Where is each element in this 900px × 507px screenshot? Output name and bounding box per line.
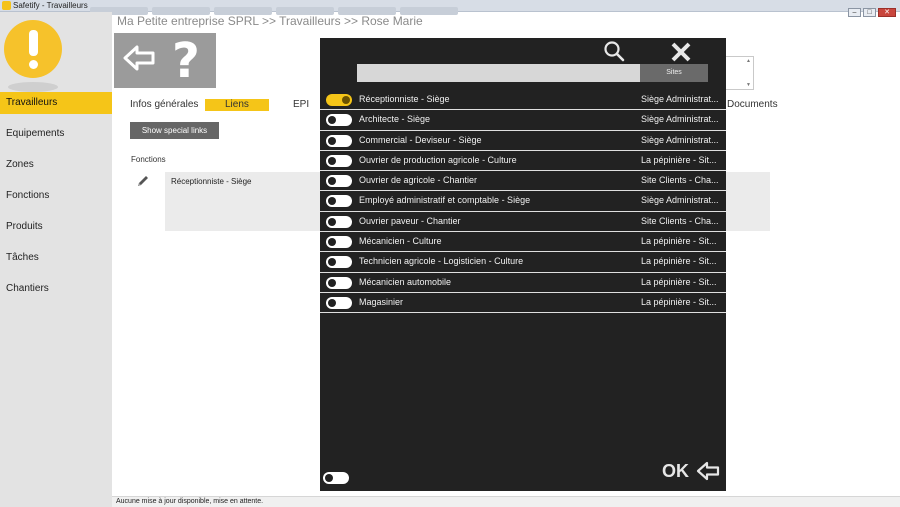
toggle-switch[interactable] xyxy=(326,276,352,289)
toggle-switch[interactable] xyxy=(326,296,352,309)
fonction-site: Site Clients - Cha... xyxy=(641,215,719,226)
list-item[interactable]: Magasinier La pépinière - Sit... xyxy=(320,293,726,314)
sidebar-item-zones[interactable]: Zones xyxy=(0,154,112,176)
status-bar: Aucune mise à jour disponible, mise en a… xyxy=(112,496,900,507)
help-icon[interactable]: ? xyxy=(172,35,200,87)
ok-button[interactable]: OK xyxy=(662,461,689,482)
sites-button[interactable]: Sites xyxy=(640,64,708,82)
back-arrow-icon[interactable] xyxy=(122,43,156,73)
breadcrumb: Ma Petite entreprise SPRL >> Travailleur… xyxy=(117,14,423,28)
toggle-switch[interactable] xyxy=(326,94,352,106)
close-window-button[interactable]: ✕ xyxy=(878,8,896,17)
fonction-site: Siège Administrat... xyxy=(641,134,719,145)
sidebar-item-chantiers[interactable]: Chantiers xyxy=(0,278,112,300)
fonction-name: Ouvrier de production agricole - Culture xyxy=(359,154,517,165)
sidebar-item-taches[interactable]: Tâches xyxy=(0,247,112,269)
ok-arrow-icon[interactable] xyxy=(696,461,720,481)
toggle-switch[interactable] xyxy=(326,114,352,127)
sidebar: Travailleurs Equipements Zones Fonctions Pro… xyxy=(0,12,112,507)
fonction-name: Mécanicien automobile xyxy=(359,276,452,287)
fonction-name: Technicien agricole - Logisticien - Cult… xyxy=(359,256,524,267)
toggle-switch[interactable] xyxy=(326,195,352,208)
toggle-switch[interactable] xyxy=(326,215,352,228)
fonction-site: Siège Administrat... xyxy=(641,94,719,104)
list-item[interactable]: Ouvrier paveur - Chantier Site Clients - … xyxy=(320,212,726,233)
fonction-name: Ouvrier de agricole - Chantier xyxy=(359,175,478,186)
toggle-switch[interactable] xyxy=(326,154,352,167)
select-all-toggle[interactable] xyxy=(323,472,349,484)
fonction-site: Siège Administrat... xyxy=(641,195,719,206)
window-controls: – □ ✕ xyxy=(846,1,896,17)
list-item[interactable]: Mécanicien automobile La pépinière - Sit.… xyxy=(320,273,726,293)
pencil-icon[interactable] xyxy=(136,174,150,188)
list-item[interactable]: Mécanicien - Culture La pépinière - Sit..… xyxy=(320,232,726,253)
toggle-switch[interactable] xyxy=(326,134,352,147)
fonction-name: Réceptionniste - Siège xyxy=(359,94,450,104)
sidebar-item-travailleurs[interactable]: Travailleurs xyxy=(0,92,112,114)
sidebar-item-produits[interactable]: Produits xyxy=(0,216,112,238)
fonction-picker-modal: Sites Réceptionniste - Siège Siège Admini… xyxy=(320,38,726,491)
window-title: Safetify - Travailleurs xyxy=(13,1,88,10)
fonction-site: Siège Administrat... xyxy=(641,114,719,125)
toggle-switch[interactable] xyxy=(326,175,352,188)
fonction-site: La pépinière - Sit... xyxy=(641,154,717,165)
fonction-site: Site Clients - Cha... xyxy=(641,175,719,186)
list-item[interactable]: Architecte - Siège Siège Administrat... xyxy=(320,110,726,131)
toggle-switch[interactable] xyxy=(326,256,352,269)
tab-infos-generales[interactable]: Infos générales xyxy=(130,99,198,111)
tab-liens[interactable]: Liens xyxy=(205,99,269,111)
sidebar-item-equipements[interactable]: Equipements xyxy=(0,123,112,145)
list-item[interactable]: Commercial - Deviseur - Siège Siège Admin… xyxy=(320,131,726,151)
fonction-name: Architecte - Siège xyxy=(359,114,431,125)
nav-buttons: ? xyxy=(114,33,216,88)
fonction-site: La pépinière - Sit... xyxy=(641,296,717,307)
window-titlebar: Safetify - Travailleurs – □ ✕ xyxy=(0,0,900,17)
tab-documents[interactable]: Documents xyxy=(727,99,778,111)
fonction-site: La pépinière - Sit... xyxy=(641,256,717,267)
browser-tabs xyxy=(90,2,510,15)
sidebar-nav: Travailleurs Equipements Zones Fonctions Pro… xyxy=(0,92,112,309)
app-icon xyxy=(2,1,11,10)
list-item[interactable]: Réceptionniste - Siège Siège Administrat.… xyxy=(320,90,726,111)
fonction-site: La pépinière - Sit... xyxy=(641,236,717,247)
scroll-field[interactable]: ▲ ▼ xyxy=(724,56,754,90)
tab-epi[interactable]: EPI xyxy=(293,99,309,111)
fonction-name: Mécanicien - Culture xyxy=(359,236,442,247)
fonction-item: Réceptionniste - Siège xyxy=(171,177,252,186)
fonction-name: Ouvrier paveur - Chantier xyxy=(359,215,461,226)
fonction-name: Employé administratif et comptable - Siè… xyxy=(359,195,531,206)
search-input[interactable] xyxy=(357,64,640,82)
scroll-down-icon[interactable]: ▼ xyxy=(746,82,751,88)
fonction-name: Magasinier xyxy=(359,296,404,307)
fonction-site: La pépinière - Sit... xyxy=(641,276,717,287)
minimize-button[interactable]: – xyxy=(848,8,861,17)
list-item[interactable]: Ouvrier de agricole - Chantier Site Clien… xyxy=(320,171,726,192)
safetify-logo xyxy=(4,20,62,94)
list-item[interactable]: Employé administratif et comptable - Siè… xyxy=(320,191,726,212)
toggle-switch[interactable] xyxy=(326,236,352,249)
fonction-list: Réceptionniste - Siège Siège Administrat.… xyxy=(320,90,726,314)
show-special-links-button[interactable]: Show special links xyxy=(130,122,219,139)
sidebar-item-fonctions[interactable]: Fonctions xyxy=(0,185,112,207)
search-icon[interactable] xyxy=(603,40,625,62)
list-item[interactable]: Ouvrier de production agricole - Culture… xyxy=(320,151,726,172)
fonction-name: Commercial - Deviseur - Siège xyxy=(359,134,482,145)
maximize-button[interactable]: □ xyxy=(863,8,876,17)
scroll-up-icon[interactable]: ▲ xyxy=(746,58,751,64)
fonctions-label: Fonctions xyxy=(131,155,166,164)
list-item[interactable]: Technicien agricole - Logisticien - Cult… xyxy=(320,252,726,273)
close-icon[interactable] xyxy=(669,40,693,64)
